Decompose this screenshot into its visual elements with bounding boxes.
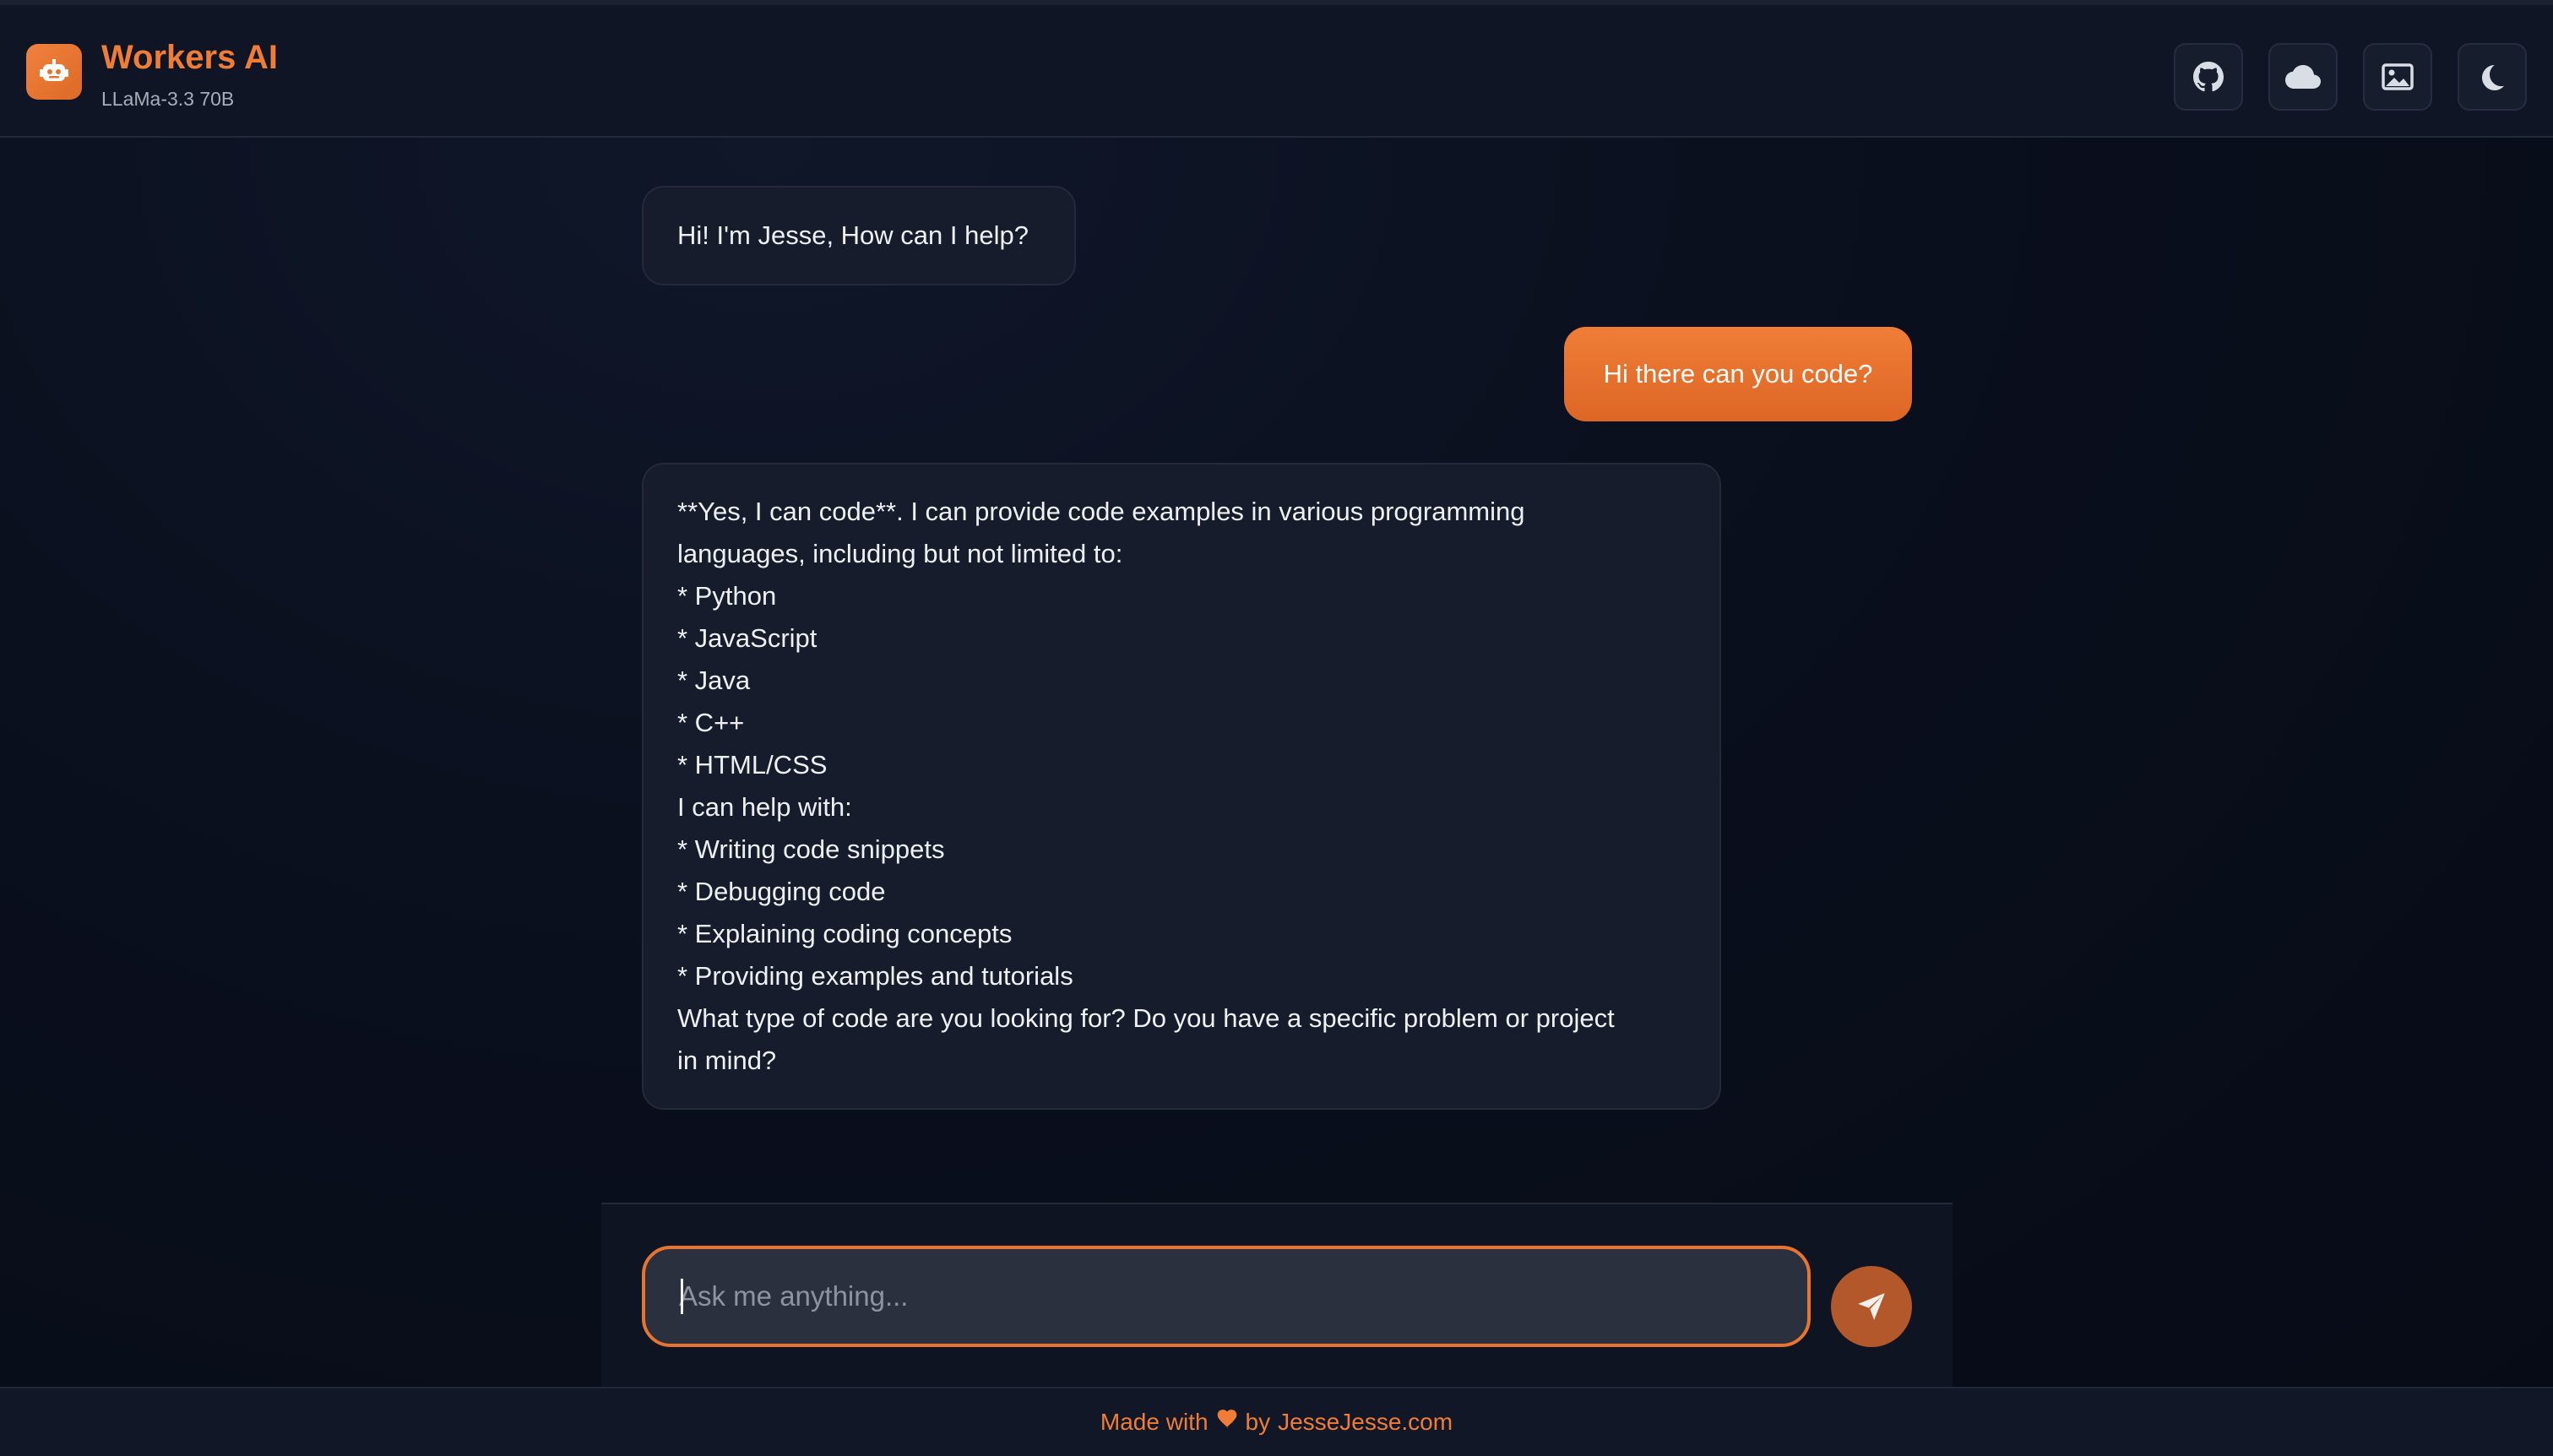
message-line: **Yes, I can code**. I can provide code …: [677, 497, 1525, 526]
send-icon: [1858, 1293, 1885, 1320]
message-line: languages, including but not limited to:: [677, 539, 1123, 568]
chat-input-box[interactable]: [642, 1246, 1811, 1347]
footer-by: by: [1245, 1409, 1271, 1435]
app-title: Workers AI: [101, 39, 278, 76]
github-icon: [2193, 62, 2224, 92]
assistant-message: Hi! I'm Jesse, How can I help?: [642, 186, 1076, 285]
model-name: LLaMa-3.3 70B: [101, 88, 235, 110]
message-line: in mind?: [677, 1046, 777, 1075]
message-line: * HTML/CSS: [677, 750, 828, 780]
heart-icon: [1215, 1409, 1239, 1436]
cloud-icon: [2285, 65, 2321, 89]
page-footer: Made with by JesseJesse.com: [0, 1387, 2553, 1456]
app-header: Workers AI LLaMa-3.3 70B: [0, 5, 2553, 138]
message-line: * Explaining coding concepts: [677, 919, 1013, 948]
footer-text: Made with: [1100, 1409, 1209, 1435]
image-icon: [2382, 63, 2414, 90]
user-message: Hi there can you code?: [1564, 327, 1912, 421]
message-line: * Python: [677, 581, 777, 611]
message-line: * Java: [677, 666, 751, 695]
image-button[interactable]: [2363, 43, 2432, 111]
message-text: Hi! I'm Jesse, How can I help?: [677, 220, 1029, 250]
chat-input[interactable]: [679, 1249, 1777, 1344]
github-button[interactable]: [2174, 43, 2243, 111]
text-caret: [681, 1279, 683, 1314]
footer-link[interactable]: JesseJesse.com: [1278, 1409, 1453, 1436]
message-line: I can help with:: [677, 792, 852, 822]
message-line: * Debugging code: [677, 877, 886, 906]
message-line: * Writing code snippets: [677, 834, 945, 864]
cloud-button[interactable]: [2268, 43, 2338, 111]
message-text: Hi there can you code?: [1603, 359, 1873, 388]
message-line: * C++: [677, 708, 745, 737]
message-line: What type of code are you looking for? D…: [677, 1003, 1615, 1033]
theme-toggle-button[interactable]: [2458, 43, 2527, 111]
robot-icon: [26, 44, 82, 100]
assistant-message: **Yes, I can code**. I can provide code …: [642, 463, 1721, 1110]
message-line: * JavaScript: [677, 623, 818, 653]
send-button[interactable]: [1831, 1266, 1912, 1347]
message-line: * Providing examples and tutorials: [677, 961, 1073, 991]
moon-icon: [2482, 65, 2504, 90]
